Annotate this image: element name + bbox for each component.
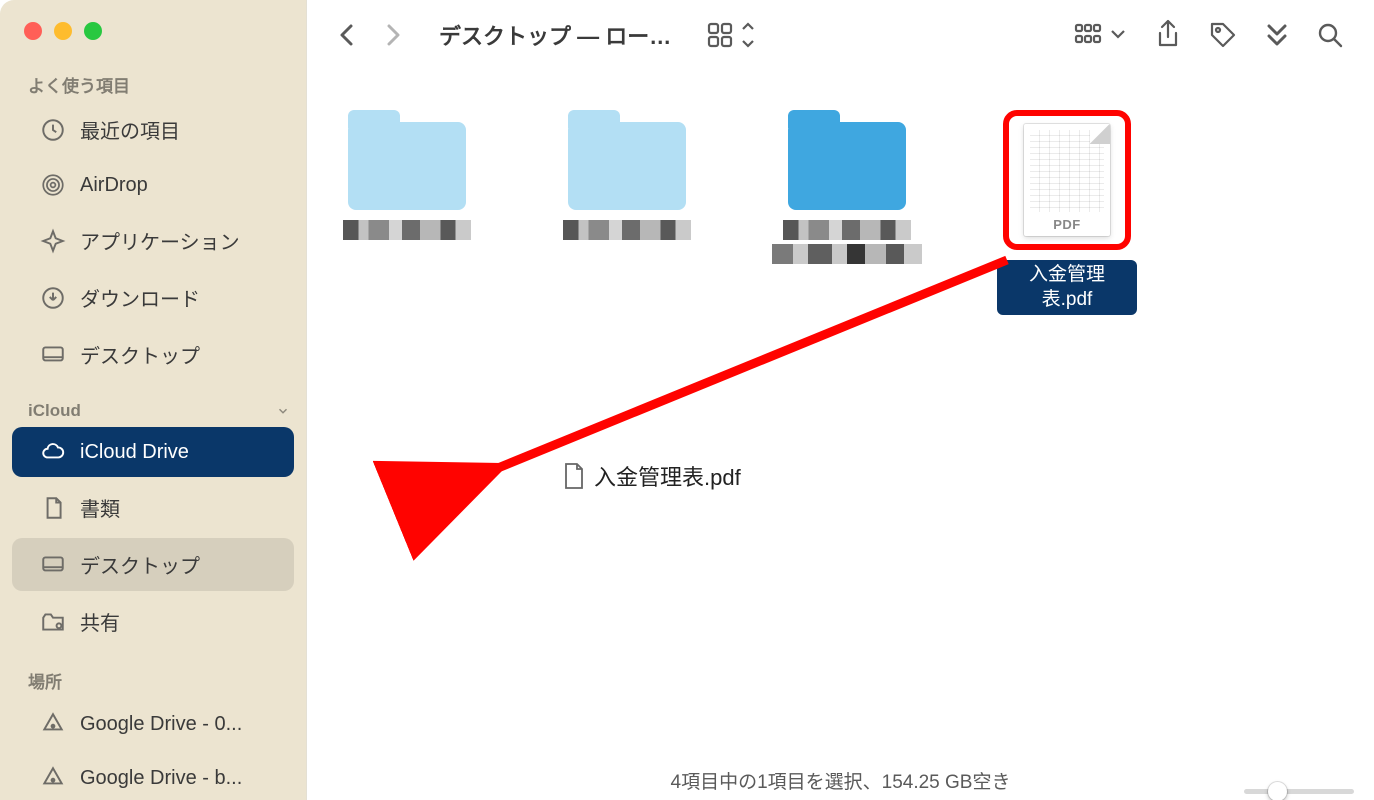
desktop-icon [40,552,66,578]
sidebar-item-label: デスクトップ [80,340,200,369]
sidebar-item-desktop-local[interactable]: デスクトップ [12,328,294,381]
sidebar-item-icloud-drive[interactable]: iCloud Drive [12,427,294,477]
pdf-file-item[interactable]: PDF 入金管理表.pdf [997,110,1137,315]
back-button[interactable] [337,21,357,49]
favorites-header-label: よく使う項目 [28,72,130,97]
locations-header-label: 場所 [28,668,62,693]
cloud-icon [40,439,66,465]
sidebar-item-google-drive-2[interactable]: Google Drive - b... [12,753,294,800]
file-name-label[interactable]: 入金管理表.pdf [997,260,1137,315]
locations-section-header[interactable]: 場所 [0,650,306,697]
status-text: 4項目中の1項目を選択、154.25 GB空き [671,767,1011,794]
close-window-button[interactable] [24,22,42,40]
folder-icon [568,122,686,210]
search-button[interactable] [1316,21,1344,49]
sidebar: よく使う項目 最近の項目 AirDrop アプリケーション ダウンロード デスク… [0,0,306,800]
icloud-section-header[interactable]: iCloud [0,383,306,425]
sidebar-item-shared[interactable]: 共有 [12,595,294,648]
clock-icon [40,117,66,143]
minimize-window-button[interactable] [54,22,72,40]
sidebar-item-label: iCloud Drive [80,441,189,464]
toolbar: デスクトップ — ロー… [307,0,1374,70]
sidebar-item-label: 共有 [80,607,120,636]
sidebar-item-downloads[interactable]: ダウンロード [12,271,294,324]
drag-ghost: 入金管理表.pdf [562,460,741,492]
document-icon [562,462,586,490]
sidebar-item-label: 書類 [80,493,120,522]
annotation-highlight-box: PDF [1003,110,1131,250]
window-title: デスクトップ — ロー… [439,19,671,51]
desktop-icon [40,342,66,368]
download-icon [40,285,66,311]
folder-icon [788,122,906,210]
folder-item[interactable] [337,110,477,240]
external-drive-icon [40,765,66,791]
sidebar-item-documents[interactable]: 書類 [12,481,294,534]
pdf-badge-label: PDF [1049,217,1085,232]
shared-folder-icon [40,609,66,635]
drag-ghost-filename: 入金管理表.pdf [594,460,741,492]
redacted-label [343,220,471,240]
overflow-button[interactable] [1264,22,1290,48]
folder-icon [348,122,466,210]
window-controls [0,12,306,54]
sidebar-item-label: アプリケーション [80,226,240,255]
sidebar-item-label: AirDrop [80,174,148,197]
sidebar-item-desktop-icloud[interactable]: デスクトップ [12,538,294,591]
external-drive-icon [40,711,66,737]
sidebar-item-label: デスクトップ [80,550,200,579]
folder-item[interactable] [557,110,697,240]
maximize-window-button[interactable] [84,22,102,40]
sidebar-item-airdrop[interactable]: AirDrop [12,160,294,210]
sidebar-item-applications[interactable]: アプリケーション [12,214,294,267]
folder-item[interactable] [777,110,917,264]
view-mode-button[interactable] [707,20,757,50]
status-bar: 4項目中の1項目を選択、154.25 GB空き [307,767,1374,794]
pdf-icon: PDF [1024,124,1110,236]
icloud-header-label: iCloud [28,401,81,421]
chevron-down-icon [276,404,290,418]
share-button[interactable] [1154,19,1182,51]
group-by-button[interactable] [1074,20,1128,50]
airdrop-icon [40,172,66,198]
sidebar-item-label: Google Drive - 0... [80,713,242,736]
main-content-area: デスクトップ — ロー… [306,0,1374,800]
redacted-label [563,220,691,240]
forward-button[interactable] [383,21,403,49]
sidebar-item-google-drive-1[interactable]: Google Drive - 0... [12,699,294,749]
finder-window: よく使う項目 最近の項目 AirDrop アプリケーション ダウンロード デスク… [0,0,1374,800]
redacted-label [772,244,922,264]
favorites-section-header[interactable]: よく使う項目 [0,54,306,101]
sidebar-item-label: Google Drive - b... [80,767,242,790]
sidebar-item-label: ダウンロード [80,283,200,312]
tags-button[interactable] [1208,20,1238,50]
file-grid[interactable]: PDF 入金管理表.pdf [307,70,1374,800]
redacted-label [783,220,911,240]
icon-size-slider[interactable] [1244,789,1354,794]
apps-icon [40,228,66,254]
sidebar-item-label: 最近の項目 [80,115,180,144]
document-icon [40,495,66,521]
sidebar-item-recents[interactable]: 最近の項目 [12,103,294,156]
